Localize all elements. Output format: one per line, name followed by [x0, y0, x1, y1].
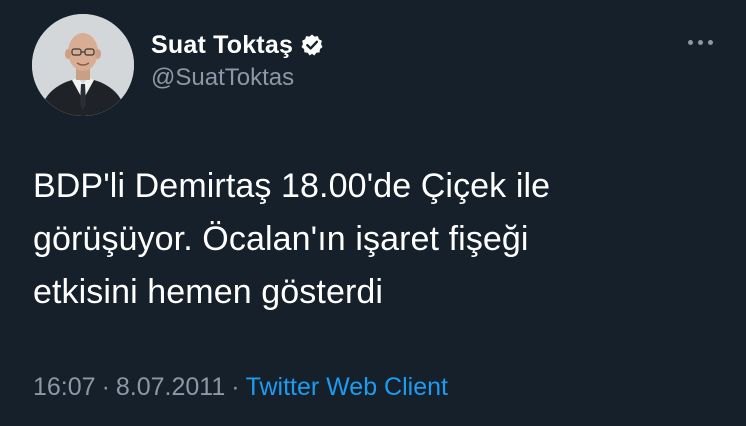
display-name[interactable]: Suat Toktaş — [151, 31, 293, 60]
meta-separator: · — [231, 373, 240, 401]
verified-badge-icon — [300, 33, 324, 57]
more-dot — [687, 39, 693, 45]
author-name-row[interactable]: Suat Toktaş — [151, 28, 324, 62]
meta-separator: · — [101, 373, 110, 401]
avatar-photo — [32, 14, 134, 116]
avatar[interactable] — [32, 14, 134, 116]
more-dot — [697, 39, 703, 45]
more-options-icon[interactable] — [680, 28, 720, 56]
tweet-client-link[interactable]: Twitter Web Client — [246, 373, 448, 401]
more-dot — [707, 39, 713, 45]
user-handle[interactable]: @SuatToktas — [151, 64, 294, 92]
tweet-card: Suat Toktaş @SuatToktas BDP'li Demirtaş … — [0, 0, 746, 426]
tweet-meta: 16:07 · 8.07.2011 · Twitter Web Client — [33, 373, 448, 402]
tweet-time[interactable]: 16:07 — [33, 373, 96, 401]
tweet-text: BDP'li Demirtaş 18.00'de Çiçek ile görüş… — [33, 167, 551, 311]
tweet-date[interactable]: 8.07.2011 — [116, 373, 225, 401]
